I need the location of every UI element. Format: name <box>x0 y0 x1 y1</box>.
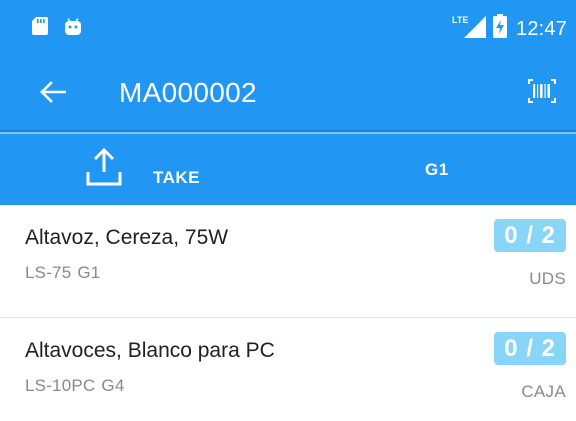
page-title: MA000002 <box>119 77 257 108</box>
arrow-back-icon <box>40 81 66 103</box>
item-codes: LS-10PC G4 <box>25 376 124 396</box>
status-bar: LTE 12:47 <box>0 0 576 50</box>
item-code: LS-10PC <box>25 376 96 395</box>
app-toolbar: MA000002 <box>0 50 576 132</box>
battery-charging-icon <box>493 14 507 38</box>
status-time: 12:47 <box>516 18 568 40</box>
item-location: G4 <box>101 376 125 395</box>
location-label: G1 <box>425 160 449 179</box>
barcode-scan-button[interactable] <box>520 71 564 111</box>
back-button[interactable] <box>30 72 76 112</box>
take-button[interactable]: TAKE <box>80 142 230 196</box>
take-label: TAKE <box>153 168 201 187</box>
progress-badge: 0 / 2 <box>494 332 566 365</box>
list-item[interactable]: Altavoces, Blanco para PC LS-10PC G4 0 / … <box>0 318 576 421</box>
list-item[interactable]: Altavoz, Cereza, 75W LS-75 G1 0 / 2 UDS <box>0 205 576 318</box>
android-icon <box>65 18 81 35</box>
item-code: LS-75 <box>25 263 72 282</box>
item-codes: LS-75 G1 <box>25 263 100 283</box>
item-location: G1 <box>77 263 101 282</box>
upload-icon <box>86 148 122 186</box>
action-bar: TAKE G1 <box>0 134 576 205</box>
progress-badge: 0 / 2 <box>494 219 566 252</box>
item-unit: UDS <box>529 269 566 288</box>
item-name: Altavoz, Cereza, 75W <box>25 226 229 249</box>
item-list: Altavoz, Cereza, 75W LS-75 G1 0 / 2 UDS A… <box>0 205 576 421</box>
lte-signal-icon: LTE <box>452 15 486 38</box>
sd-card-icon <box>32 17 48 35</box>
barcode-scan-icon <box>528 79 556 103</box>
app-screen: LTE 12:47 MA000002 TAKE G1 Altavoz, Cere… <box>0 0 576 421</box>
lte-label: LTE <box>452 15 468 25</box>
item-name: Altavoces, Blanco para PC <box>25 339 275 362</box>
item-unit: CAJA <box>521 382 566 401</box>
